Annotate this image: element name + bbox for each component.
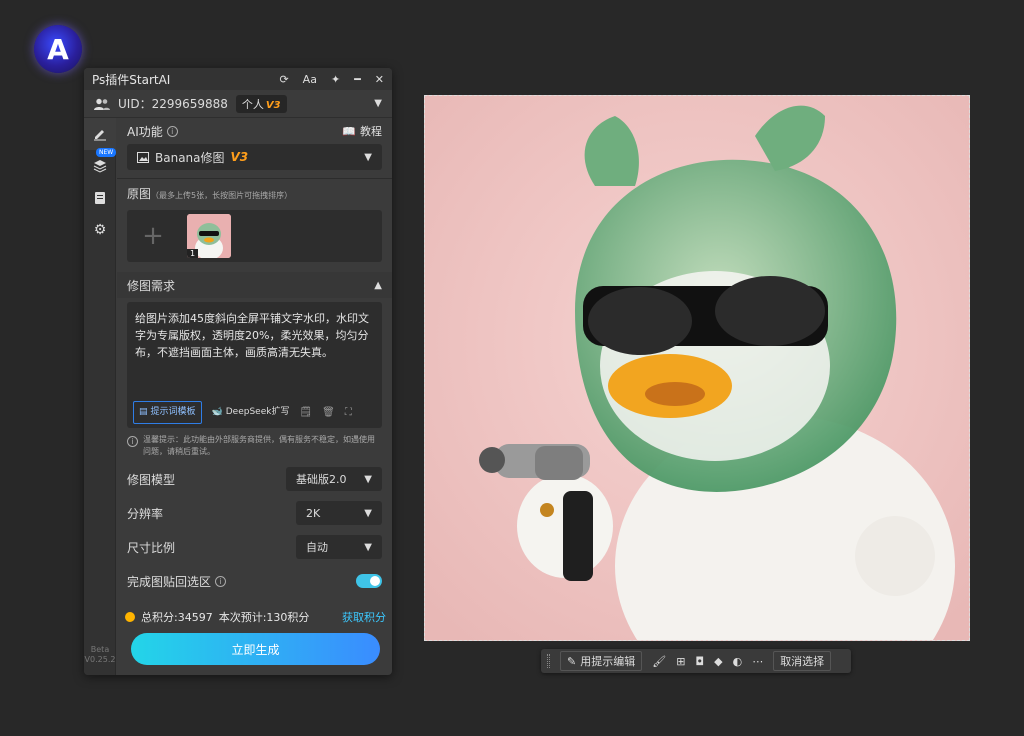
sidebar-item-document[interactable]	[84, 182, 116, 214]
font-size-icon[interactable]: Aa	[303, 73, 317, 86]
chevron-down-icon[interactable]: ▼	[374, 98, 382, 109]
close-icon[interactable]: ✕	[375, 73, 384, 86]
version-info: Beta V0.25.2	[84, 645, 116, 664]
floating-toolbar: ✎ 用提示编辑 🖌 ⊞ ◘ ◆ ◐ ⋯ 取消选择	[541, 649, 851, 673]
more-icon[interactable]: ⋯	[752, 655, 763, 668]
sidebar-item-settings[interactable]: ⚙	[84, 214, 116, 246]
sidebar: NEW ⚙ Beta V0.25.2	[84, 118, 117, 675]
mask-icon[interactable]: ◘	[695, 655, 704, 668]
gear-icon: ⚙	[93, 222, 107, 238]
title-bar: Ps插件StartAI ⟳ Aa ✦ ━ ✕	[84, 68, 392, 90]
minimize-icon[interactable]: ━	[354, 73, 361, 86]
chevron-down-icon: ▼	[364, 151, 372, 163]
source-header: 原图（最多上传5张，长按图片可拖拽排序）	[127, 187, 293, 201]
duck-image	[425, 96, 969, 640]
prompt-textarea[interactable]: 给图片添加45度斜向全屏平铺文字水印，水印文字为专属版权，透明度20%，柔光效果…	[127, 302, 382, 428]
deepseek-button[interactable]: 🐋 DeepSeek扩写	[212, 404, 290, 421]
document-icon	[95, 192, 105, 204]
ai-function-select[interactable]: Banana修图 V3 ▼	[127, 144, 382, 170]
magic-wand-icon: ✎	[567, 654, 577, 668]
image-canvas[interactable]	[424, 95, 970, 641]
expand-icon[interactable]: ⊞	[676, 655, 685, 668]
new-badge: NEW	[96, 148, 117, 157]
info-icon[interactable]: i	[166, 125, 178, 137]
info-icon: i	[127, 436, 138, 447]
ratio-row: 尺寸比例 自动 ▼	[127, 534, 382, 560]
trash-icon[interactable]: 🗑	[322, 404, 335, 421]
chevron-down-icon: ▼	[364, 473, 372, 485]
chevron-down-icon: ▼	[364, 541, 372, 553]
window-title: Ps插件StartAI	[92, 72, 171, 87]
main-content: AI功能 i 📖 教程 Banana修图 V3 ▼ 原图（最多上传5张，长按图片…	[117, 118, 392, 675]
contrast-icon[interactable]: ◐	[733, 655, 743, 668]
thumb-index: 1	[187, 249, 199, 258]
ai-function-header: AI功能 i 📖 教程	[117, 118, 392, 144]
estimated-credits: 本次预计:130积分	[218, 611, 310, 624]
source-thumbnail[interactable]: 1	[187, 214, 231, 258]
account-bar[interactable]: UID：2299659888 个人 V3 ▼	[84, 90, 392, 118]
plan-badge: 个人 V3	[235, 94, 287, 113]
plugin-panel: Ps插件StartAI ⟳ Aa ✦ ━ ✕ UID：2299659888 个人…	[84, 68, 392, 675]
ratio-select[interactable]: 自动 ▼	[296, 535, 382, 559]
info-icon[interactable]: i	[215, 575, 227, 587]
get-credits-link[interactable]: 获取积分	[342, 609, 386, 625]
paste-back-row: 完成图贴回选区 i	[127, 568, 382, 594]
total-credits: 总积分:34597	[141, 611, 213, 624]
credits-bar: 总积分:34597 本次预计:130积分 获取积分	[125, 609, 386, 625]
sidebar-item-layers[interactable]: NEW	[84, 148, 117, 182]
cancel-selection-button[interactable]: 取消选择	[773, 651, 832, 671]
template-button[interactable]: ▤ 提示词模板	[133, 401, 202, 424]
ai-function-label: AI功能	[127, 124, 163, 139]
app-logo[interactable]: A	[34, 25, 82, 73]
image-icon	[137, 151, 149, 163]
coin-icon	[125, 612, 135, 622]
template-icon: ▤	[139, 407, 148, 417]
edit-icon	[94, 130, 106, 141]
book-icon: 📖	[342, 124, 356, 138]
prompt-text: 给图片添加45度斜向全屏平铺文字水印，水印文字为专属版权，透明度20%，柔光效果…	[135, 312, 369, 359]
chevron-up-icon: ▲	[374, 279, 382, 291]
history-icon[interactable]: 🗒	[299, 404, 312, 421]
drag-handle[interactable]	[547, 654, 550, 668]
brush-icon[interactable]: 🖌	[652, 655, 666, 668]
deepseek-icon: 🐋	[211, 407, 223, 417]
requirements-header[interactable]: 修图需求 ▲	[117, 272, 392, 298]
logo-letter: A	[47, 32, 69, 66]
resolution-select[interactable]: 2K ▼	[296, 501, 382, 525]
refresh-icon[interactable]: ⟳	[279, 73, 288, 86]
add-image-button[interactable]: +	[133, 216, 173, 256]
image-uploader[interactable]: + 1	[127, 210, 382, 262]
tip-text: i 温馨提示：此功能由外部服务商提供，偶有服务不稳定，如遇使用问题，请稍后重试。	[127, 434, 382, 458]
generate-button[interactable]: 立即生成	[131, 633, 380, 665]
prompt-edit-button[interactable]: ✎ 用提示编辑	[560, 651, 643, 671]
tutorial-link[interactable]: 📖 教程	[342, 123, 382, 139]
users-icon	[94, 98, 110, 110]
sidebar-item-edit[interactable]	[84, 118, 116, 150]
pin-icon[interactable]: ✦	[331, 73, 340, 86]
paste-back-toggle[interactable]	[356, 574, 382, 588]
fill-icon[interactable]: ◆	[714, 655, 722, 668]
resolution-row: 分辨率 2K ▼	[127, 500, 382, 526]
layers-icon	[93, 160, 107, 173]
fullscreen-icon[interactable]: ⛶	[345, 404, 352, 421]
uid-label: UID：2299659888	[118, 97, 228, 111]
chevron-down-icon: ▼	[364, 507, 372, 519]
model-row: 修图模型 基础版2.0 ▼	[127, 466, 382, 492]
model-select[interactable]: 基础版2.0 ▼	[286, 467, 382, 491]
